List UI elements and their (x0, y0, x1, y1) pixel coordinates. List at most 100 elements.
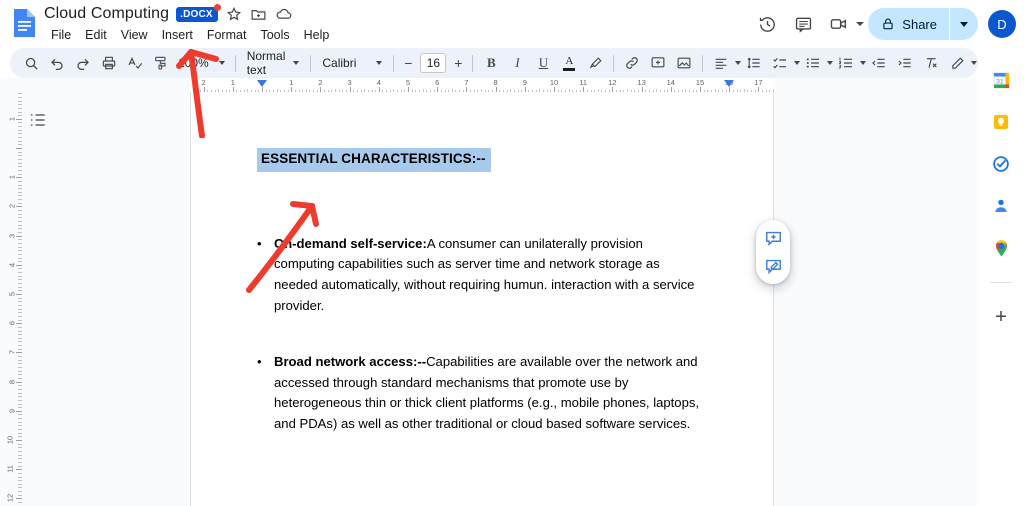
ruler-tick (18, 487, 22, 489)
google-calendar-icon[interactable]: 31 (991, 70, 1011, 90)
document-page[interactable]: ESSENTIAL CHARACTERISTICS:-- • On-demand… (190, 92, 774, 506)
comment-history-icon[interactable] (787, 8, 819, 40)
divider (234, 54, 236, 72)
ruler-tick (18, 96, 22, 98)
italic-button[interactable]: I (504, 50, 530, 76)
horizontal-ruler[interactable]: 2 1 1 2 3 4 5 6 7 8 9 10 11 12 13 14 15 16 17 (0, 78, 995, 92)
ruler-number: 15 (695, 78, 705, 87)
search-icon[interactable] (18, 50, 44, 76)
google-apps-side-panel: 31 + (978, 48, 1024, 506)
menu-item-insert[interactable]: Insert (155, 26, 200, 44)
insert-image-icon[interactable] (671, 50, 697, 76)
decrease-font-size-button[interactable]: − (399, 53, 417, 73)
google-maps-icon[interactable] (991, 238, 1011, 258)
google-meet-group[interactable] (823, 8, 865, 40)
ruler-tick (18, 283, 22, 285)
menu-item-tools[interactable]: Tools (253, 26, 296, 44)
menu-item-file[interactable]: File (44, 26, 78, 44)
clear-formatting-icon[interactable] (918, 50, 944, 76)
page-title[interactable]: Cloud Computing (44, 5, 169, 23)
ruler-tick (18, 443, 22, 445)
increase-indent-icon[interactable] (892, 50, 918, 76)
zoom-control[interactable]: 100% (174, 56, 225, 70)
ruler-tick (18, 356, 22, 358)
ruler-number: 10 (549, 78, 559, 87)
underline-button[interactable]: U (530, 50, 556, 76)
spellcheck-icon[interactable] (122, 50, 148, 76)
left-indent-marker[interactable] (257, 80, 267, 87)
menu-item-view[interactable]: View (114, 26, 155, 44)
version-history-icon[interactable] (751, 8, 783, 40)
google-tasks-icon[interactable] (991, 154, 1011, 174)
suggest-edit-icon[interactable] (762, 255, 784, 277)
get-add-ons-button[interactable]: + (991, 307, 1011, 327)
insert-link-icon[interactable] (619, 50, 645, 76)
document-heading[interactable]: ESSENTIAL CHARACTERISTICS:-- (257, 148, 491, 172)
ruler-tick (18, 133, 22, 135)
bulleted-list-icon[interactable] (800, 50, 826, 76)
chevron-down-icon[interactable] (856, 22, 865, 26)
list-item-text: On-demand self-service:A consumer can un… (274, 234, 707, 316)
checklist-dropdown[interactable] (767, 50, 801, 76)
numbered-list-icon[interactable] (833, 50, 859, 76)
docs-logo-icon[interactable] (10, 8, 38, 38)
redo-icon[interactable] (70, 50, 96, 76)
menu-item-format[interactable]: Format (200, 26, 254, 44)
font-family-dropdown[interactable]: Calibri (316, 56, 388, 70)
line-spacing-icon[interactable] (741, 50, 767, 76)
ruler-tick (18, 370, 22, 372)
text-color-swatch (563, 67, 576, 71)
right-indent-marker[interactable] (724, 80, 735, 87)
ruler-tick (18, 480, 22, 482)
add-comment-icon[interactable] (645, 50, 671, 76)
highlight-color-icon[interactable] (582, 50, 608, 76)
google-contacts-icon[interactable] (991, 196, 1011, 216)
align-icon[interactable] (708, 50, 734, 76)
list-item[interactable]: • Broad network access:--Capabilities ar… (257, 352, 707, 434)
share-options-button[interactable] (950, 8, 978, 40)
ruler-number: 12 (608, 78, 617, 87)
menu-item-help[interactable]: Help (297, 26, 337, 44)
share-button[interactable]: Share (868, 8, 949, 40)
paint-format-icon[interactable] (148, 50, 174, 76)
add-comment-icon[interactable] (762, 227, 784, 249)
star-icon[interactable] (225, 5, 243, 23)
ruler-tick (18, 162, 22, 164)
google-keep-icon[interactable] (991, 112, 1011, 132)
paragraph-style-dropdown[interactable]: Normal text (241, 49, 306, 77)
checklist-icon[interactable] (767, 50, 793, 76)
chevron-down-icon (293, 61, 300, 65)
menu-item-edit[interactable]: Edit (78, 26, 114, 44)
ruler-number: 7 (7, 350, 17, 355)
decrease-indent-icon[interactable] (866, 50, 892, 76)
text-color-label: A (565, 54, 574, 67)
ruler-tick (18, 111, 22, 113)
ruler-tick (18, 151, 22, 153)
ruler-tick (18, 169, 22, 171)
avatar[interactable]: D (988, 10, 1016, 38)
editing-mode-icon[interactable] (944, 50, 970, 76)
align-dropdown[interactable] (708, 50, 742, 76)
ruler-tick (18, 239, 22, 241)
increase-font-size-button[interactable]: + (449, 53, 467, 73)
bulleted-list-dropdown[interactable] (800, 50, 834, 76)
text-color-button[interactable]: A (556, 50, 582, 76)
font-size-input[interactable]: 16 (420, 53, 447, 73)
numbered-list-dropdown[interactable] (833, 50, 867, 76)
bold-button[interactable]: B (478, 50, 504, 76)
undo-icon[interactable] (44, 50, 70, 76)
ruler-number: 9 (522, 78, 527, 87)
cloud-saved-icon[interactable] (275, 5, 293, 23)
print-icon[interactable] (96, 50, 122, 76)
chevron-down-icon (376, 61, 383, 65)
vertical-ruler[interactable]: 1 1 2 3 4 5 6 7 8 9 10 11 12 (0, 92, 22, 506)
editing-mode-dropdown[interactable] (944, 50, 978, 76)
header-actions: Share D (751, 8, 1016, 40)
list-item[interactable]: • On-demand self-service:A consumer can … (257, 234, 707, 316)
google-meet-icon[interactable] (823, 8, 855, 40)
move-to-folder-icon[interactable] (250, 5, 268, 23)
ruler-number: 12 (5, 494, 15, 503)
show-document-outline-button[interactable] (28, 110, 48, 130)
divider (472, 54, 474, 72)
file-type-badge[interactable]: .DOCX (176, 3, 221, 22)
